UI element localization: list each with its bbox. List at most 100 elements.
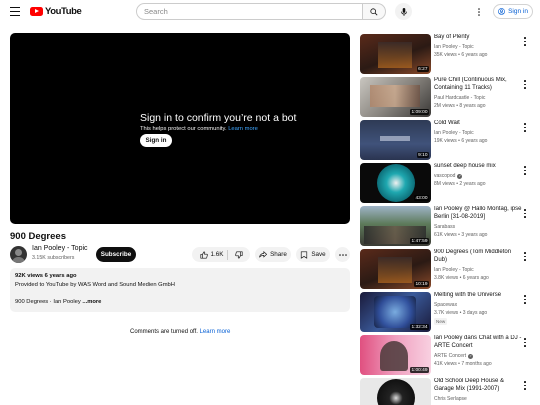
channel-name-text: vascopod: [434, 173, 456, 179]
channel-name[interactable]: Paul Hardcastle - Topic: [434, 95, 485, 101]
video-thumbnail[interactable]: 43:00: [360, 163, 431, 203]
more-vert-icon[interactable]: [523, 209, 527, 218]
channel-name[interactable]: Sarabass: [434, 224, 455, 230]
recommended-video[interactable]: 6:27 Bay of Plenty Ian Pooley - Topic 35…: [360, 34, 535, 74]
description-text: Provided to YouTube by WAS Word and Soun…: [15, 282, 175, 288]
video-title[interactable]: Cold Wait: [434, 120, 524, 128]
video-duration: 43:00: [413, 195, 429, 201]
verified-badge-icon: ✓: [457, 173, 463, 179]
video-duration: 9:10: [416, 152, 429, 158]
more-vert-icon[interactable]: [523, 166, 527, 175]
channel-name[interactable]: ARTE Concert ✓: [434, 353, 474, 359]
player-sign-in-button[interactable]: Sign in: [140, 134, 172, 147]
verified-badge-icon: ✓: [468, 353, 474, 359]
video-duration: 1:47:59: [409, 238, 429, 244]
video-thumbnail[interactable]: 1:00:49: [360, 335, 431, 375]
video-title: 900 Degrees: [10, 231, 66, 242]
video-title[interactable]: Melting with the Universe: [434, 292, 524, 300]
comments-learn-more-link[interactable]: Learn more: [200, 329, 231, 335]
video-title[interactable]: sunset deep house mix: [434, 163, 524, 171]
youtube-play-icon: [30, 7, 43, 16]
hamburger-menu-icon[interactable]: [10, 7, 20, 16]
more-vert-icon[interactable]: [523, 381, 527, 390]
video-thumbnail[interactable]: 10:19: [360, 249, 431, 289]
channel-avatar[interactable]: [10, 246, 27, 263]
video-title[interactable]: Bay of Plenty: [434, 34, 524, 42]
share-icon: [259, 251, 268, 258]
thumbs-up-icon: [199, 250, 208, 259]
channel-name-text: Spacewax: [434, 302, 458, 308]
recommended-video[interactable]: 43:00 sunset deep house mix vascopod ✓ 8M…: [360, 163, 535, 203]
recommended-video[interactable]: 9:10 Cold Wait Ian Pooley - Topic 19K vi…: [360, 120, 535, 160]
channel-name-text: Sarabass: [434, 224, 456, 230]
video-title[interactable]: Old School Deep House & Garage Mix (1991…: [434, 378, 524, 394]
channel-name[interactable]: vascopod ✓: [434, 173, 463, 179]
share-button[interactable]: Share: [255, 247, 291, 262]
video-title[interactable]: Pure Chill (Continuous Mix, Containing 1…: [434, 77, 524, 93]
recommended-video[interactable]: 10:19 900 Degrees (Tom Middleton Dub) Ia…: [360, 249, 535, 289]
video-thumbnail[interactable]: 6:27: [360, 34, 431, 74]
recommended-video[interactable]: 1:00:49 Ian Pooley dans Chat with a DJ -…: [360, 335, 535, 375]
video-thumbnail[interactable]: 1:47:59: [360, 206, 431, 246]
recommended-video[interactable]: Old School Deep House & Garage Mix (1991…: [360, 378, 535, 405]
show-more-button[interactable]: ...more: [82, 299, 101, 305]
voice-search-button[interactable]: [395, 3, 412, 20]
video-thumbnail[interactable]: 1:09:00: [360, 77, 431, 117]
video-thumbnail[interactable]: [360, 378, 431, 405]
video-thumbnail[interactable]: 9:10: [360, 120, 431, 160]
more-actions-button[interactable]: [335, 247, 350, 262]
share-label: Share: [270, 251, 287, 258]
search-button[interactable]: [362, 3, 386, 20]
new-badge: New: [434, 318, 448, 325]
recommended-video[interactable]: 1:32:34 Melting with the Universe Spacew…: [360, 292, 535, 332]
video-title[interactable]: 900 Degrees (Tom Middleton Dub): [434, 249, 524, 265]
learn-more-link[interactable]: Learn more: [228, 126, 258, 132]
like-count: 1.6K: [210, 251, 224, 258]
logo-text: YouTube: [45, 6, 82, 17]
search-input[interactable]: [136, 3, 362, 20]
video-title[interactable]: Ian Pooley dans Chat with a DJ - ARTE Co…: [434, 335, 524, 351]
more-vert-icon[interactable]: [523, 338, 527, 347]
settings-menu-button[interactable]: [476, 7, 482, 17]
video-duration: 1:09:00: [409, 109, 429, 115]
sign-in-label: Sign in: [508, 8, 528, 15]
more-vert-icon[interactable]: [523, 295, 527, 304]
like-button[interactable]: 1.6K: [195, 249, 229, 260]
channel-name[interactable]: Ian Pooley - Topic: [434, 267, 474, 273]
channel-name-text: Chris Serlapse: [434, 396, 467, 402]
more-vert-icon: [478, 8, 480, 16]
description-tags-text: 900 Degrees · Ian Pooley: [15, 299, 81, 305]
more-vert-icon[interactable]: [523, 80, 527, 89]
description-box[interactable]: 92K views 6 years ago Provided to YouTub…: [10, 268, 350, 312]
more-vert-icon[interactable]: [523, 37, 527, 46]
dislike-button[interactable]: [231, 250, 247, 259]
video-player[interactable]: Sign in to confirm you’re not a bot This…: [10, 33, 350, 224]
video-title[interactable]: Ian Pooley @ Hallo Montag, ipse Berlin […: [434, 206, 524, 222]
video-meta: 41K views • 7 months ago: [434, 361, 492, 367]
recommended-video[interactable]: 1:47:59 Ian Pooley @ Hallo Montag, ipse …: [360, 206, 535, 246]
bot-check-subtitle: This helps protect our community. Learn …: [140, 126, 296, 132]
youtube-logo[interactable]: YouTube: [30, 6, 82, 17]
channel-name-text: Ian Pooley - Topic: [434, 44, 474, 50]
channel-name[interactable]: Chris Serlapse: [434, 396, 467, 402]
sign-in-button[interactable]: Sign in: [493, 4, 533, 19]
video-meta: 35K views • 6 years ago: [434, 52, 488, 58]
channel-name[interactable]: Ian Pooley - Topic: [434, 130, 474, 136]
channel-name[interactable]: Ian Pooley - Topic: [32, 245, 88, 252]
video-thumbnail[interactable]: 1:32:34: [360, 292, 431, 332]
more-horiz-icon: [338, 253, 347, 256]
comments-off-text: Comments are turned off.: [130, 329, 198, 335]
subscribe-button[interactable]: Subscribe: [96, 247, 136, 262]
channel-name[interactable]: Ian Pooley - Topic: [434, 44, 474, 50]
save-label: Save: [311, 251, 326, 258]
search-bar: [136, 3, 386, 20]
save-button[interactable]: Save: [296, 247, 330, 262]
recommended-video[interactable]: 1:09:00 Pure Chill (Continuous Mix, Cont…: [360, 77, 535, 117]
microphone-icon: [400, 7, 407, 16]
account-icon: [498, 8, 505, 15]
more-vert-icon[interactable]: [523, 252, 527, 261]
channel-name[interactable]: Spacewax: [434, 302, 457, 308]
more-vert-icon[interactable]: [523, 123, 527, 132]
video-meta: 3.7K views • 3 days ago: [434, 310, 488, 316]
masthead: YouTube Sign in: [0, 0, 540, 24]
